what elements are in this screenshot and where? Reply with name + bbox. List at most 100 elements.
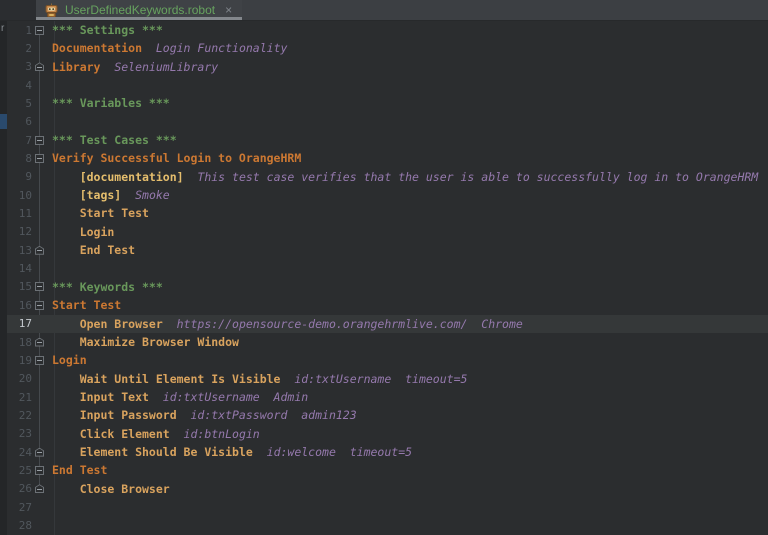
editor-tab-bar: UserDefinedKeywords.robot × [0, 0, 768, 21]
code-token-call: Element Should Be Visible [52, 444, 253, 459]
code-token-kw: Start Test [52, 298, 122, 313]
code-token-call: Input Text [52, 389, 149, 404]
code-line[interactable]: 22 Input Password id:txtPassword admin12… [7, 406, 768, 424]
fold-column [32, 135, 47, 145]
fold-marker-icon[interactable] [35, 25, 44, 35]
robot-file-icon [44, 3, 59, 18]
code-line[interactable]: 7 *** Test Cases *** [7, 131, 768, 149]
code-line[interactable]: 15 *** Keywords *** [7, 278, 768, 296]
code-text: Verify Successful Login to OrangeHRM [47, 149, 768, 167]
code-text: Documentation Login Functionality [47, 39, 768, 57]
line-number: 23 [18, 427, 32, 441]
code-token-arg: https://opensource-demo.orangehrmlive.co… [162, 316, 523, 331]
code-text: Input Text id:txtUsername Admin [47, 388, 768, 406]
code-area: 1 *** Settings *** 2 Documentation Login… [7, 21, 768, 535]
line-number: 15 [18, 280, 32, 294]
code-line[interactable]: 28 [7, 516, 768, 534]
code-token-call: Start Test [52, 206, 149, 221]
code-token-call: Click Element [52, 426, 170, 441]
tabbar-left-gap [0, 0, 36, 20]
code-token-call: Input Password [52, 408, 177, 423]
code-line[interactable]: 26 Close Browser [7, 480, 768, 498]
code-token-kw: Verify Successful Login to OrangeHRM [52, 151, 302, 166]
fold-marker-icon[interactable] [35, 300, 44, 310]
line-number: 4 [25, 78, 32, 92]
code-token-kw: End Test [52, 463, 108, 478]
code-line[interactable]: 27 [7, 498, 768, 516]
code-line[interactable]: 17 Open Browser https://opensource-demo.… [7, 314, 768, 333]
code-line[interactable]: 16 Start Test [7, 296, 768, 314]
active-tab-underline [36, 17, 243, 20]
code-line[interactable]: 3 Library SeleniumLibrary [7, 58, 768, 76]
code-token-kw: Login [52, 353, 87, 368]
code-line[interactable]: 4 [7, 76, 768, 94]
line-number: 16 [18, 298, 32, 312]
code-line[interactable]: 13 End Test [7, 241, 768, 259]
tab-close-icon[interactable]: × [225, 4, 232, 16]
tab-userdefinedkeywords-robot[interactable]: UserDefinedKeywords.robot × [36, 0, 243, 20]
code-line[interactable]: 2 Documentation Login Functionality [7, 39, 768, 57]
code-text: Library SeleniumLibrary [47, 58, 768, 76]
fold-marker-icon[interactable] [35, 282, 44, 292]
code-line[interactable]: 10 [tags] Smoke [7, 186, 768, 204]
line-number: 10 [18, 188, 32, 202]
project-panel-selection-fragment [0, 114, 7, 129]
line-number: 28 [18, 518, 32, 532]
code-line[interactable]: 12 Login [7, 223, 768, 241]
code-token-meta: [tags] [52, 188, 122, 203]
code-line[interactable]: 14 [7, 259, 768, 277]
code-text: Element Should Be Visible id:welcome tim… [47, 443, 768, 461]
code-editor[interactable]: 1 *** Settings *** 2 Documentation Login… [7, 21, 768, 535]
code-token-arg: id:welcome timeout=5 [252, 444, 413, 459]
code-text: *** Variables *** [47, 94, 768, 112]
fold-marker-icon[interactable] [35, 484, 44, 494]
fold-column [32, 337, 47, 347]
fold-marker-icon[interactable] [35, 447, 44, 457]
line-number: 13 [18, 243, 32, 257]
code-line[interactable]: 11 Start Test [7, 204, 768, 222]
fold-column [32, 484, 47, 494]
fold-marker-icon[interactable] [35, 245, 44, 255]
code-line[interactable]: 1 *** Settings *** [7, 21, 768, 39]
fold-marker-icon[interactable] [35, 465, 44, 475]
fold-column [32, 300, 47, 310]
code-token-meta: [documentation] [52, 169, 184, 184]
fold-marker-icon[interactable] [35, 62, 44, 72]
code-text: Login [47, 351, 768, 369]
fold-marker-icon[interactable] [35, 135, 44, 145]
code-token-call: Wait Until Element Is Visible [52, 371, 281, 386]
code-line[interactable]: 5 *** Variables *** [7, 94, 768, 112]
code-line[interactable]: 19 Login [7, 351, 768, 369]
code-token-arg: Login Functionality [142, 41, 288, 56]
code-line[interactable]: 24 Element Should Be Visible id:welcome … [7, 443, 768, 461]
code-line[interactable]: 8 Verify Successful Login to OrangeHRM [7, 149, 768, 167]
code-line[interactable]: 25 End Test [7, 461, 768, 479]
line-number: 20 [18, 372, 32, 386]
project-panel-edge: r [0, 21, 7, 535]
line-number: 1 [25, 23, 32, 37]
line-number: 9 [25, 170, 32, 184]
fold-column [32, 355, 47, 365]
code-line[interactable]: 18 Maximize Browser Window [7, 333, 768, 351]
fold-marker-icon[interactable] [35, 154, 44, 164]
code-line[interactable]: 20 Wait Until Element Is Visible id:txtU… [7, 370, 768, 388]
fold-marker-icon[interactable] [35, 355, 44, 365]
line-number: 17 [18, 317, 32, 331]
line-number: 11 [18, 207, 32, 221]
code-text: Login [47, 223, 768, 241]
code-line[interactable]: 21 Input Text id:txtUsername Admin [7, 388, 768, 406]
line-number: 14 [18, 262, 32, 276]
code-line[interactable]: 6 [7, 113, 768, 131]
code-line[interactable]: 9 [documentation] This test case verifie… [7, 168, 768, 186]
code-line[interactable]: 23 Click Element id:btnLogin [7, 425, 768, 443]
code-text: Open Browser https://opensource-demo.ora… [47, 315, 768, 333]
code-text: [documentation] This test case verifies … [47, 168, 768, 186]
code-text: *** Test Cases *** [47, 131, 768, 149]
fold-column [32, 245, 47, 255]
code-token-arg: This test case verifies that the user is… [183, 169, 759, 184]
code-text: Close Browser [47, 480, 768, 498]
fold-marker-icon[interactable] [35, 337, 44, 347]
line-number: 26 [18, 482, 32, 496]
line-number: 18 [18, 335, 32, 349]
code-token-kw: Library [52, 59, 101, 74]
